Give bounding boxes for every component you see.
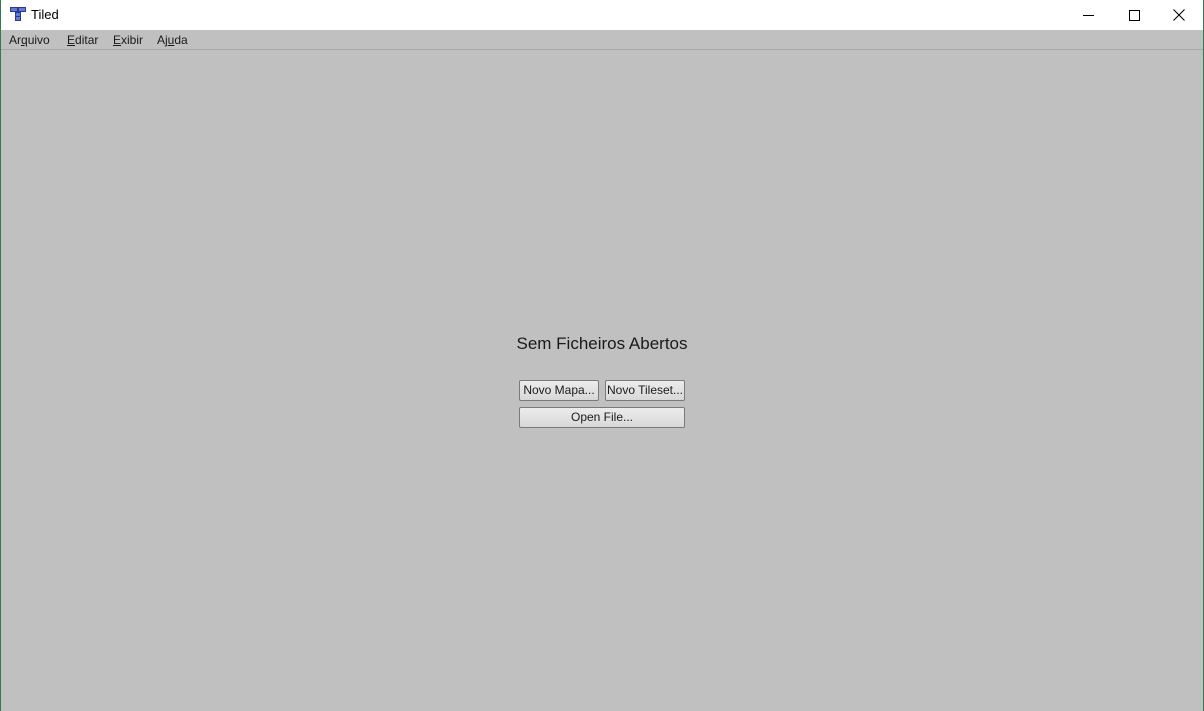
minimize-icon: [1082, 10, 1094, 21]
new-map-button[interactable]: Novo Mapa...: [519, 380, 599, 401]
main-window: Tiled Arquivo Editar Exibir Ajuda Sem Fi…: [0, 0, 1204, 711]
close-button[interactable]: [1156, 0, 1202, 30]
new-tileset-button[interactable]: Novo Tileset...: [605, 380, 685, 401]
menu-arquivo[interactable]: Arquivo: [9, 32, 50, 48]
maximize-button[interactable]: [1111, 0, 1157, 30]
menu-editar[interactable]: Editar: [67, 32, 98, 48]
minimize-button[interactable]: [1065, 0, 1111, 30]
maximize-icon: [1128, 9, 1140, 21]
window-title: Tiled: [31, 7, 59, 22]
menu-exibir[interactable]: Exibir: [113, 32, 143, 48]
menu-ajuda[interactable]: Ajuda: [157, 32, 188, 48]
tiled-logo-icon: [10, 7, 26, 21]
main-content-area: Sem Ficheiros Abertos Novo Mapa... Novo …: [1, 51, 1203, 711]
no-files-open-heading: Sem Ficheiros Abertos: [516, 334, 688, 353]
close-icon: [1173, 9, 1185, 21]
menu-bar: Arquivo Editar Exibir Ajuda: [1, 30, 1203, 50]
open-file-button[interactable]: Open File...: [519, 407, 685, 428]
title-bar[interactable]: Tiled: [1, 0, 1203, 30]
